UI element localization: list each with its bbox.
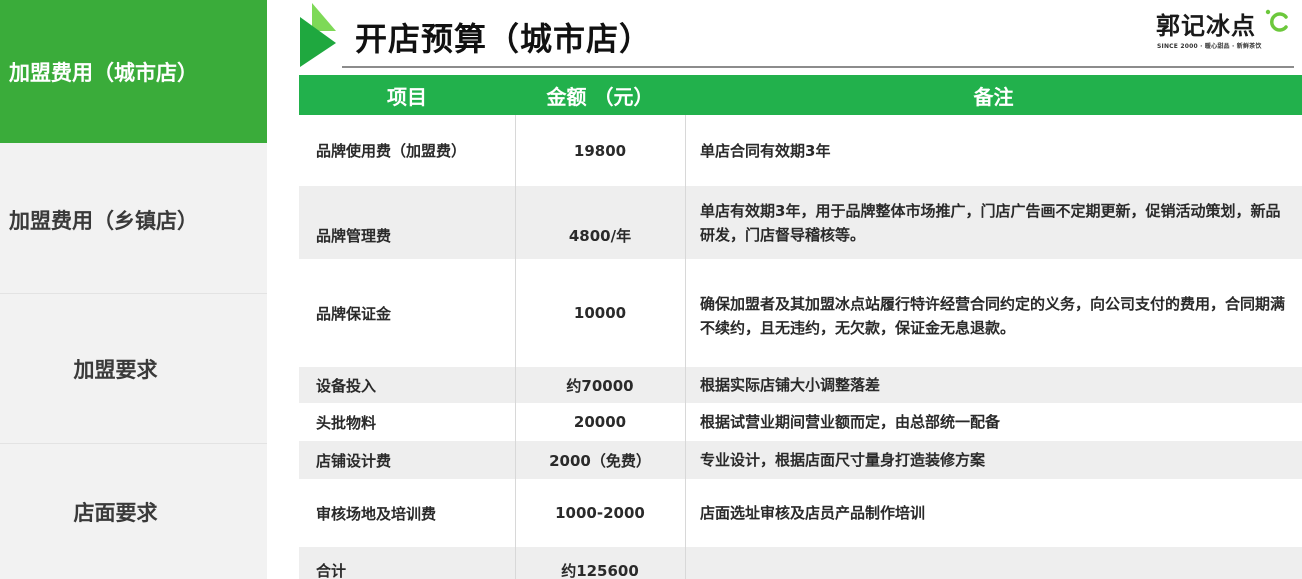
table-header: 项目 金额 （元） 备注 xyxy=(299,75,1302,115)
table-row: 设备投入 约70000 根据实际店铺大小调整落差 xyxy=(299,367,1302,403)
column-header-note: 备注 xyxy=(973,84,1014,109)
table-row: 审核场地及培训费 1000-2000 店面选址审核及店员产品制作培训 xyxy=(299,479,1302,547)
logo-swirl-icon xyxy=(1265,9,1288,32)
sidebar-item-franchise-requirements[interactable]: 加盟要求 xyxy=(0,294,267,444)
cell-note: 确保加盟者及其加盟冰点站履行特许经营合同约定的义务，向公司支付的费用，合同期满不… xyxy=(700,295,1286,337)
column-header-amount: 金额 （元） xyxy=(546,84,654,109)
cell-amount: 约125600 xyxy=(561,561,639,579)
cell-item: 品牌管理费 xyxy=(316,227,392,245)
table-row: 品牌管理费 4800/年 单店有效期3年，用于品牌整体市场推广，门店广告画不定期… xyxy=(299,186,1302,259)
cell-note: 根据实际店铺大小调整落差 xyxy=(700,376,881,394)
column-divider xyxy=(515,115,516,579)
cell-amount: 约70000 xyxy=(566,376,634,395)
table-row: 店铺设计费 2000（免费） 专业设计，根据店面尺寸量身打造装修方案 xyxy=(299,441,1302,479)
table-row: 品牌使用费（加盟费） 19800 单店合同有效期3年 xyxy=(299,115,1302,186)
page-title: 开店预算（城市店） xyxy=(355,20,653,58)
header-triangle-icon xyxy=(300,3,336,67)
table-row: 头批物料 20000 根据试营业期间营业额而定，由总部统一配备 xyxy=(299,403,1302,441)
sidebar-item-label: 加盟要求 xyxy=(73,358,158,382)
cell-item: 店铺设计费 xyxy=(316,451,392,470)
cell-note xyxy=(685,547,1302,579)
cell-item: 审核场地及培训费 xyxy=(316,504,437,523)
table-row: 品牌保证金 10000 确保加盟者及其加盟冰点站履行特许经营合同约定的义务，向公… xyxy=(299,259,1302,367)
cell-item: 合计 xyxy=(316,561,347,579)
cell-item: 设备投入 xyxy=(316,376,377,395)
brand-logo: 郭记冰点 SINCE 2000 · 暖心甜品 · 新鲜茶饮 xyxy=(1156,6,1296,52)
table-row: 合计 约125600 xyxy=(299,547,1302,579)
cell-note: 根据试营业期间营业额而定，由总部统一配备 xyxy=(700,413,1001,431)
cell-amount: 2000（免费） xyxy=(549,451,651,470)
logo-text: 郭记冰点 xyxy=(1156,12,1256,40)
cell-amount: 10000 xyxy=(573,304,627,322)
cell-amount: 4800/年 xyxy=(568,227,632,245)
sidebar-item-label: 加盟费用（城市店） xyxy=(9,60,198,85)
sidebar-item-city-store-fees[interactable]: 加盟费用（城市店） xyxy=(0,0,267,143)
cell-amount: 19800 xyxy=(573,141,627,160)
cell-item: 头批物料 xyxy=(316,413,377,432)
column-divider xyxy=(685,115,686,579)
cell-note: 店面选址审核及店员产品制作培训 xyxy=(700,504,926,522)
cell-amount: 20000 xyxy=(573,413,627,431)
sidebar-item-label: 店面要求 xyxy=(73,500,158,525)
title-underline xyxy=(342,66,1294,68)
logo-tagline: SINCE 2000 · 暖心甜品 · 新鲜茶饮 xyxy=(1157,43,1262,50)
cell-item: 品牌保证金 xyxy=(316,304,392,323)
cell-note: 单店合同有效期3年 xyxy=(700,141,831,160)
cell-note: 单店有效期3年，用于品牌整体市场推广，门店广告画不定期更新，促销活动策划，新品研… xyxy=(700,201,1281,244)
sidebar: 加盟费用（城市店） 加盟费用（乡镇店） 加盟要求 店面要求 xyxy=(0,0,267,579)
sidebar-item-label: 加盟费用（乡镇店） xyxy=(9,208,198,233)
column-header-item: 项目 xyxy=(387,84,427,109)
cell-note: 专业设计，根据店面尺寸量身打造装修方案 xyxy=(700,451,986,469)
sidebar-item-store-requirements[interactable]: 店面要求 xyxy=(0,444,267,579)
cell-item: 品牌使用费（加盟费） xyxy=(316,142,467,160)
cell-amount: 1000-2000 xyxy=(555,504,645,522)
sidebar-item-town-store-fees[interactable]: 加盟费用（乡镇店） xyxy=(0,146,267,293)
